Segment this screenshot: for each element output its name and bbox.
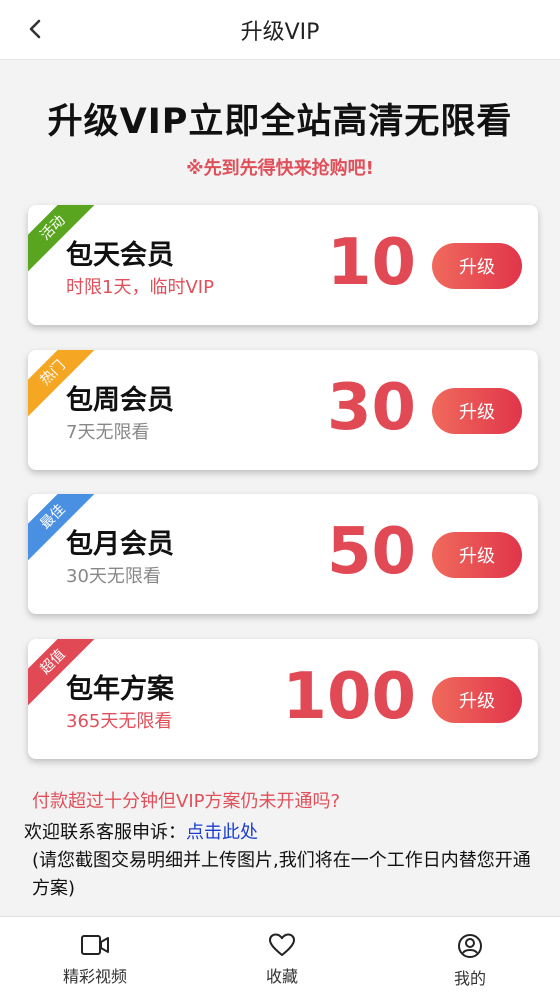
contact-prefix: 欢迎联系客服申诉： — [24, 822, 186, 843]
tab-videos[interactable]: 精彩视频 — [35, 933, 155, 987]
plan-price: 10 — [326, 226, 416, 300]
video-camera-icon — [81, 935, 109, 955]
tab-label: 收藏 — [265, 967, 298, 986]
plan-card-week: 热门 包周会员 7天无限看 30 升级 — [28, 350, 538, 470]
payment-issue-notice: 付款超过十分钟但VIP方案仍未开通吗? — [32, 791, 341, 812]
plan-description: 365天无限看 — [66, 711, 173, 732]
bottom-tab-bar: 精彩视频 收藏 我的 — [0, 916, 560, 1000]
plan-price: 30 — [326, 371, 416, 445]
contact-support-line: 欢迎联系客服申诉：点击此处 — [24, 818, 258, 844]
plan-price: 50 — [326, 515, 416, 589]
tab-label: 我的 — [453, 969, 486, 988]
top-header: 升级VIP — [0, 0, 560, 60]
upgrade-button-week[interactable]: 升级 — [432, 388, 522, 434]
tab-favorites[interactable]: 收藏 — [222, 933, 342, 987]
heart-icon — [269, 933, 295, 956]
user-icon — [458, 934, 482, 958]
upgrade-button-day[interactable]: 升级 — [432, 243, 522, 289]
plan-price: 100 — [282, 660, 416, 734]
plan-description: 时限1天，临时VIP — [66, 277, 214, 298]
plan-title: 包年方案 — [66, 674, 174, 705]
upgrade-button-year[interactable]: 升级 — [432, 677, 522, 723]
plan-description: 7天无限看 — [66, 422, 150, 443]
plan-title: 包天会员 — [66, 240, 174, 271]
upgrade-button-month[interactable]: 升级 — [432, 532, 522, 578]
plan-card-year: 超值 包年方案 365天无限看 100 升级 — [28, 639, 538, 759]
page-title: 升级VIP — [240, 20, 320, 45]
tab-label: 精彩视频 — [62, 967, 127, 986]
plan-title: 包周会员 — [66, 385, 174, 416]
promo-headline: 升级VIP立即全站高清无限看 — [47, 102, 513, 142]
promo-subline: ※先到先得快来抢购吧! — [186, 158, 374, 179]
plan-card-month: 最佳 包月会员 30天无限看 50 升级 — [28, 494, 538, 614]
plan-title: 包月会员 — [66, 529, 174, 560]
plan-card-day: 活动 包天会员 时限1天，临时VIP 10 升级 — [28, 205, 538, 325]
instruction-paragraph: (请您截图交易明细并上传图片,我们将在一个工作日内替您开通方案) — [32, 850, 531, 899]
tab-mine[interactable]: 我的 — [410, 933, 530, 989]
plan-description: 30天无限看 — [66, 566, 161, 587]
contact-link[interactable]: 点击此处 — [186, 822, 258, 843]
